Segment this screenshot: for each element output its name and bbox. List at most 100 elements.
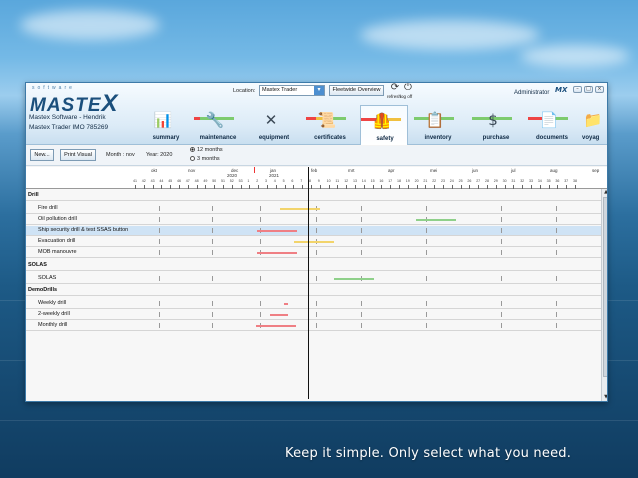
week-number: 46 <box>177 179 181 183</box>
module-maintenance[interactable]: 🔧 maintenance <box>194 105 242 145</box>
drill-row[interactable]: 2-weekly drill <box>26 310 601 320</box>
module-label: equipment <box>258 135 290 141</box>
month-selector[interactable]: Month : nov <box>106 152 135 158</box>
drill-row[interactable]: Fire drill <box>26 204 601 214</box>
vertical-scrollbar[interactable]: ▲ ▼ <box>601 189 607 401</box>
month-label: mrt <box>348 168 355 173</box>
module-inventory[interactable]: 📋 inventory <box>414 105 462 145</box>
week-number: 49 <box>203 179 208 183</box>
drill-row[interactable]: Ship security drill & test SSAS button <box>26 226 601 236</box>
refresh-icon[interactable]: ⟳ <box>390 83 400 93</box>
week-number: 48 <box>194 179 199 183</box>
schedule-mark <box>556 250 557 255</box>
module-purchase[interactable]: $ purchase <box>472 105 520 145</box>
year-selector[interactable]: Year: 2020 <box>146 152 172 158</box>
week-number: 19 <box>405 179 410 183</box>
group-row[interactable]: DemoDrills <box>26 286 601 296</box>
week-number: 6 <box>291 179 294 183</box>
schedule-bar[interactable] <box>256 325 296 327</box>
minimize-button[interactable]: – <box>573 86 582 93</box>
radio-3-months[interactable]: 3 months <box>190 156 220 162</box>
drill-row[interactable]: Evacuation drill <box>26 237 601 247</box>
drill-row[interactable]: Oil pollution drill <box>26 215 601 225</box>
group-row[interactable]: SOLAS <box>26 261 601 271</box>
company-label: Mastex Software - Hendrik <box>29 114 106 121</box>
power-icon[interactable]: ⏻ <box>403 83 413 93</box>
schedule-mark <box>260 217 261 222</box>
week-number: 11 <box>335 179 340 183</box>
module-safety[interactable]: 🦺 safety <box>360 105 408 145</box>
maximize-button[interactable]: □ <box>584 86 593 93</box>
group-row[interactable]: Drill <box>26 191 601 201</box>
schedule-bar[interactable] <box>294 241 334 243</box>
week-number: 50 <box>212 179 217 183</box>
fleetwide-overview-button[interactable]: Fleetwide Overview <box>329 85 384 96</box>
year-label: 2021 <box>269 173 280 178</box>
cloud <box>20 10 160 40</box>
week-number: 22 <box>432 179 437 183</box>
week-number: 30 <box>502 179 507 183</box>
group-name: DemoDrills <box>28 287 58 293</box>
new-button[interactable]: New... <box>30 149 54 161</box>
schedule-bar[interactable] <box>416 219 456 221</box>
schedule-mark <box>556 276 557 281</box>
schedule-mark <box>501 301 502 306</box>
week-number: 29 <box>493 179 498 183</box>
schedule-mark <box>212 250 213 255</box>
drill-list: Drill Fire drill Oil pollution drill Ship s… <box>26 189 601 401</box>
tagline: Keep it simple. Only select what you nee… <box>285 446 572 461</box>
week-number: 17 <box>388 179 393 183</box>
drill-row[interactable]: MOB manouvre <box>26 248 601 258</box>
close-button[interactable]: × <box>595 86 604 93</box>
week-number: 2 <box>256 179 259 183</box>
radio-12-months[interactable]: 12 months <box>190 147 223 153</box>
print-visual-button[interactable]: Print Visual <box>60 149 96 161</box>
app-header: software MASTEX Mastex Software - Hendri… <box>26 83 607 145</box>
module-label: certificates <box>314 135 346 141</box>
schedule-mark <box>426 206 427 211</box>
sea-wave <box>0 420 638 421</box>
cloud <box>520 45 630 67</box>
month-label: feb <box>311 168 318 173</box>
location-label: Location: <box>233 88 256 94</box>
schedule-mark <box>316 276 317 281</box>
module-summary[interactable]: 📊 summary <box>142 105 190 145</box>
module-label: purchase <box>482 135 510 141</box>
schedule-bar[interactable] <box>284 303 288 305</box>
location-select[interactable]: Mastex Trader ▾ <box>259 85 325 96</box>
module-voyage[interactable]: 📁 voyag <box>578 105 607 145</box>
schedule-bar[interactable] <box>257 230 297 232</box>
drill-name: MOB manouvre <box>38 249 77 255</box>
scroll-down-icon[interactable]: ▼ <box>602 394 607 401</box>
schedule-mark <box>501 323 502 328</box>
drill-name: Weekly drill <box>38 300 67 306</box>
mini-logo: MX <box>555 86 568 94</box>
schedule-bar[interactable] <box>280 208 320 210</box>
drill-name: SOLAS <box>38 275 57 281</box>
month-label: jul <box>511 168 516 173</box>
schedule-bar[interactable] <box>334 278 374 280</box>
drill-row[interactable]: SOLAS <box>26 274 601 284</box>
schedule-mark <box>361 206 362 211</box>
schedule-mark <box>426 323 427 328</box>
schedule-bar[interactable] <box>270 314 288 316</box>
scroll-up-icon[interactable]: ▲ <box>602 189 607 196</box>
module-certificates[interactable]: 📜 certificates <box>306 105 354 145</box>
week-number: 16 <box>379 179 384 183</box>
group-name: Drill <box>28 192 39 198</box>
schedule-bar[interactable] <box>257 252 297 254</box>
schedule-mark <box>212 276 213 281</box>
module-equipment[interactable]: ✕ equipment <box>250 105 298 145</box>
schedule-mark <box>316 250 317 255</box>
module-documents[interactable]: 📄 documents <box>528 105 576 145</box>
drill-name: 2-weekly drill <box>38 311 70 317</box>
schedule-mark <box>501 228 502 233</box>
toolbar: New... Print Visual Month : nov Year: 20… <box>26 146 607 166</box>
schedule-mark <box>159 206 160 211</box>
schedule-mark <box>316 312 317 317</box>
week-number: 45 <box>168 179 173 183</box>
drill-row[interactable]: Monthly drill <box>26 321 601 331</box>
scrollbar-thumb[interactable] <box>603 197 607 377</box>
life-vest-icon: 🦺 <box>372 112 392 130</box>
drill-row[interactable]: Weekly drill <box>26 299 601 309</box>
